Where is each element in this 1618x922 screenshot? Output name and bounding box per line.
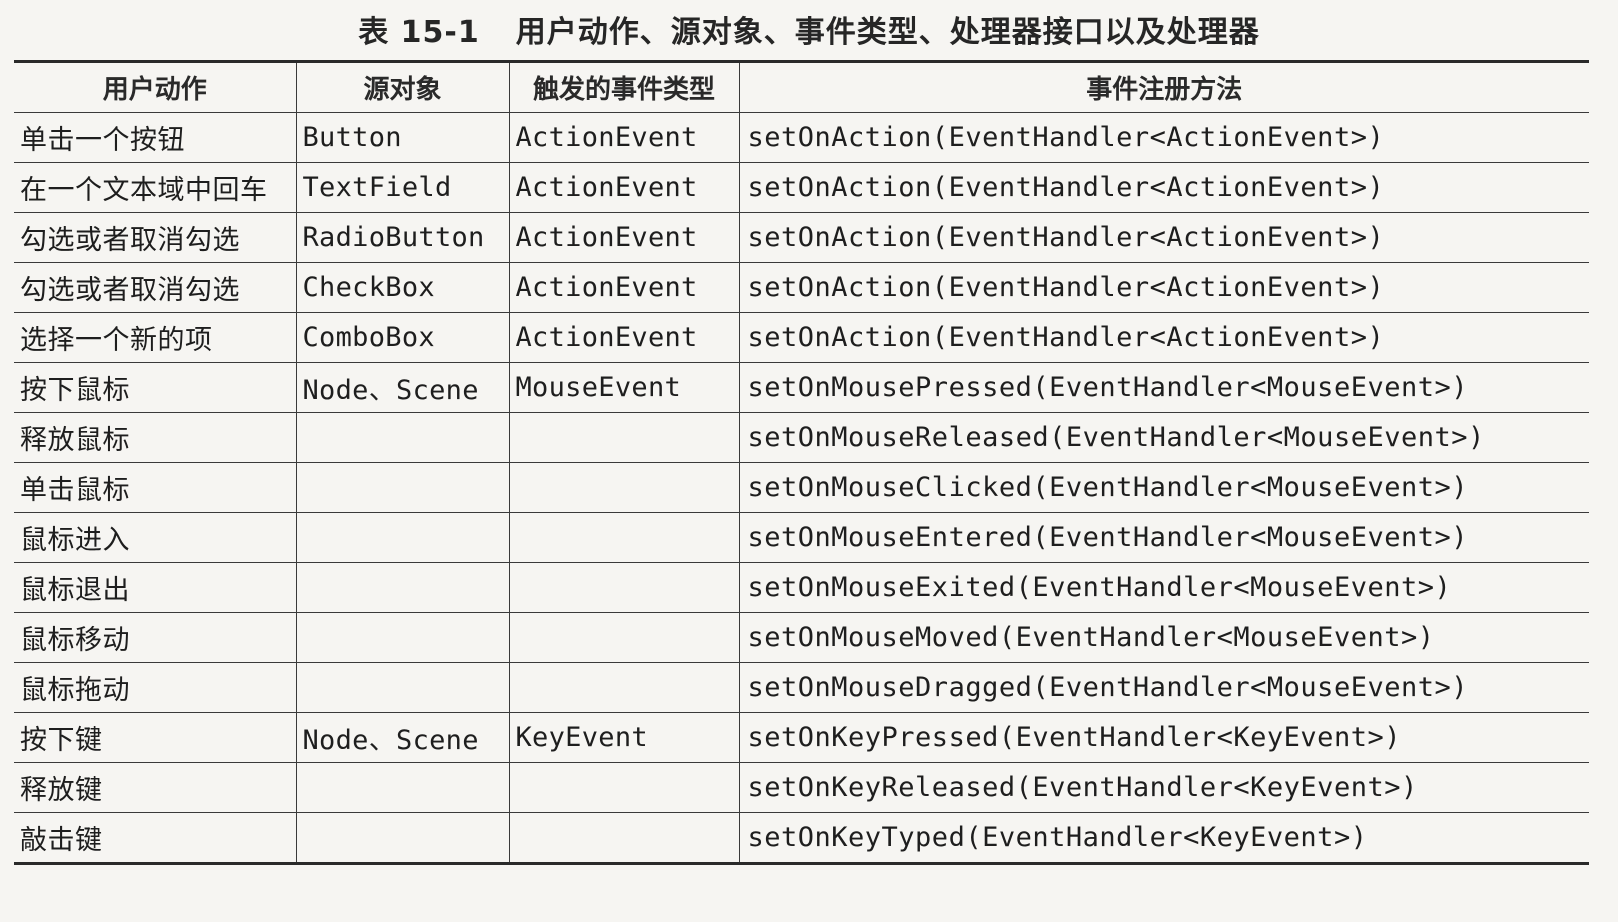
cell-source-object <box>295 412 509 463</box>
table-row: 选择一个新的项 ComboBox ActionEvent setOnAction(Ev… <box>14 312 1589 363</box>
table-row: 鼠标退出 setOnMouseExited(EventHandler<MouseE… <box>14 562 1589 613</box>
cell-event-type: ActionEvent <box>508 212 739 263</box>
cell-source-object: CheckBox <box>295 262 509 313</box>
cell-event-type <box>508 512 739 563</box>
header-user-action: 用户动作 <box>14 61 296 113</box>
table-row: 单击一个按钮 Button ActionEvent setOnAction(Event… <box>14 112 1589 163</box>
cell-user-action: 鼠标移动 <box>14 612 296 663</box>
table-number: 表 15-1 <box>358 15 480 50</box>
cell-registration-method: setOnAction(EventHandler<ActionEvent>) <box>738 162 1589 213</box>
cell-source-object <box>295 562 509 613</box>
cell-user-action: 鼠标拖动 <box>14 662 296 713</box>
cell-user-action: 单击鼠标 <box>14 462 296 513</box>
cell-event-type <box>508 812 739 864</box>
table-row: 释放键 setOnKeyReleased(EventHandler<KeyEven… <box>14 762 1589 813</box>
cell-event-type: KeyEvent <box>508 712 739 763</box>
header-event-type: 触发的事件类型 <box>508 61 739 113</box>
cell-user-action: 按下键 <box>14 712 296 763</box>
cell-user-action: 在一个文本域中回车 <box>14 162 296 213</box>
cell-event-type <box>508 612 739 663</box>
cell-registration-method: setOnMouseMoved(EventHandler<MouseEvent>… <box>738 612 1589 663</box>
cell-registration-method: setOnMouseDragged(EventHandler<MouseEven… <box>738 662 1589 713</box>
cell-user-action: 选择一个新的项 <box>14 312 296 363</box>
cell-user-action: 单击一个按钮 <box>14 112 296 163</box>
cell-source-object <box>295 762 509 813</box>
table-row: 敲击键 setOnKeyTyped(EventHandler<KeyEvent>) <box>14 812 1589 864</box>
cell-source-object <box>295 462 509 513</box>
cell-user-action: 释放键 <box>14 762 296 813</box>
cell-source-object: Node、Scene <box>295 362 509 413</box>
header-source-object: 源对象 <box>295 61 509 113</box>
cell-registration-method: setOnMouseEntered(EventHandler<MouseEven… <box>738 512 1589 563</box>
cell-user-action: 鼠标退出 <box>14 562 296 613</box>
cell-event-type: ActionEvent <box>508 162 739 213</box>
cell-source-object: TextField <box>295 162 509 213</box>
cell-registration-method: setOnMousePressed(EventHandler<MouseEven… <box>738 362 1589 413</box>
cell-registration-method: setOnMouseClicked(EventHandler<MouseEven… <box>738 462 1589 513</box>
header-registration-method: 事件注册方法 <box>738 61 1589 113</box>
table-row: 鼠标进入 setOnMouseEntered(EventHandler<Mouse… <box>14 512 1589 563</box>
cell-event-type <box>508 462 739 513</box>
cell-source-object <box>295 662 509 713</box>
table-row: 勾选或者取消勾选 RadioButton ActionEvent setOnActio… <box>14 212 1589 263</box>
cell-registration-method: setOnAction(EventHandler<ActionEvent>) <box>738 262 1589 313</box>
table-row: 勾选或者取消勾选 CheckBox ActionEvent setOnAction(E… <box>14 262 1589 313</box>
cell-registration-method: setOnKeyPressed(EventHandler<KeyEvent>) <box>738 712 1589 763</box>
table-row: 按下鼠标 Node、Scene MouseEvent setOnMousePresse… <box>14 362 1589 413</box>
cell-registration-method: setOnAction(EventHandler<ActionEvent>) <box>738 112 1589 163</box>
table-title: 用户动作、源对象、事件类型、处理器接口以及处理器 <box>515 15 1260 50</box>
table-row: 鼠标拖动 setOnMouseDragged(EventHandler<Mouse… <box>14 662 1589 713</box>
cell-event-type: ActionEvent <box>508 112 739 163</box>
table-row: 在一个文本域中回车 TextField ActionEvent setOnAction… <box>14 162 1589 213</box>
table-row: 按下键 Node、Scene KeyEvent setOnKeyPressed(Eve… <box>14 712 1589 763</box>
table-caption: 表 15-1 用户动作、源对象、事件类型、处理器接口以及处理器 <box>0 10 1618 56</box>
cell-registration-method: setOnKeyReleased(EventHandler<KeyEvent>) <box>738 762 1589 813</box>
cell-user-action: 勾选或者取消勾选 <box>14 262 296 313</box>
cell-user-action: 释放鼠标 <box>14 412 296 463</box>
table-header-row: 用户动作 源对象 触发的事件类型 事件注册方法 <box>14 61 1589 113</box>
cell-source-object <box>295 612 509 663</box>
cell-event-type <box>508 562 739 613</box>
cell-user-action: 按下鼠标 <box>14 362 296 413</box>
event-table: 用户动作 源对象 触发的事件类型 事件注册方法 单击一个按钮 Button Acti… <box>14 60 1589 865</box>
cell-event-type <box>508 662 739 713</box>
cell-source-object: ComboBox <box>295 312 509 363</box>
cell-event-type <box>508 762 739 813</box>
table-row: 单击鼠标 setOnMouseClicked(EventHandler<Mouse… <box>14 462 1589 513</box>
cell-source-object: Button <box>295 112 509 163</box>
table-row: 释放鼠标 setOnMouseReleased(EventHandler<Mous… <box>14 412 1589 463</box>
cell-event-type <box>508 412 739 463</box>
cell-event-type: MouseEvent <box>508 362 739 413</box>
cell-event-type: ActionEvent <box>508 312 739 363</box>
cell-source-object: Node、Scene <box>295 712 509 763</box>
cell-registration-method: setOnAction(EventHandler<ActionEvent>) <box>738 312 1589 363</box>
cell-source-object <box>295 512 509 563</box>
cell-source-object <box>295 812 509 864</box>
cell-registration-method: setOnKeyTyped(EventHandler<KeyEvent>) <box>738 812 1589 864</box>
cell-user-action: 鼠标进入 <box>14 512 296 563</box>
cell-registration-method: setOnMouseReleased(EventHandler<MouseEve… <box>738 412 1589 463</box>
cell-registration-method: setOnMouseExited(EventHandler<MouseEvent… <box>738 562 1589 613</box>
cell-user-action: 敲击键 <box>20 825 103 856</box>
table-row: 鼠标移动 setOnMouseMoved(EventHandler<MouseEv… <box>14 612 1589 663</box>
cell-registration-method: setOnAction(EventHandler<ActionEvent>) <box>738 212 1589 263</box>
cell-user-action: 勾选或者取消勾选 <box>14 212 296 263</box>
table-body: 单击一个按钮 Button ActionEvent setOnAction(Event… <box>14 112 1589 864</box>
cell-event-type: ActionEvent <box>508 262 739 313</box>
cell-source-object: RadioButton <box>295 212 509 263</box>
